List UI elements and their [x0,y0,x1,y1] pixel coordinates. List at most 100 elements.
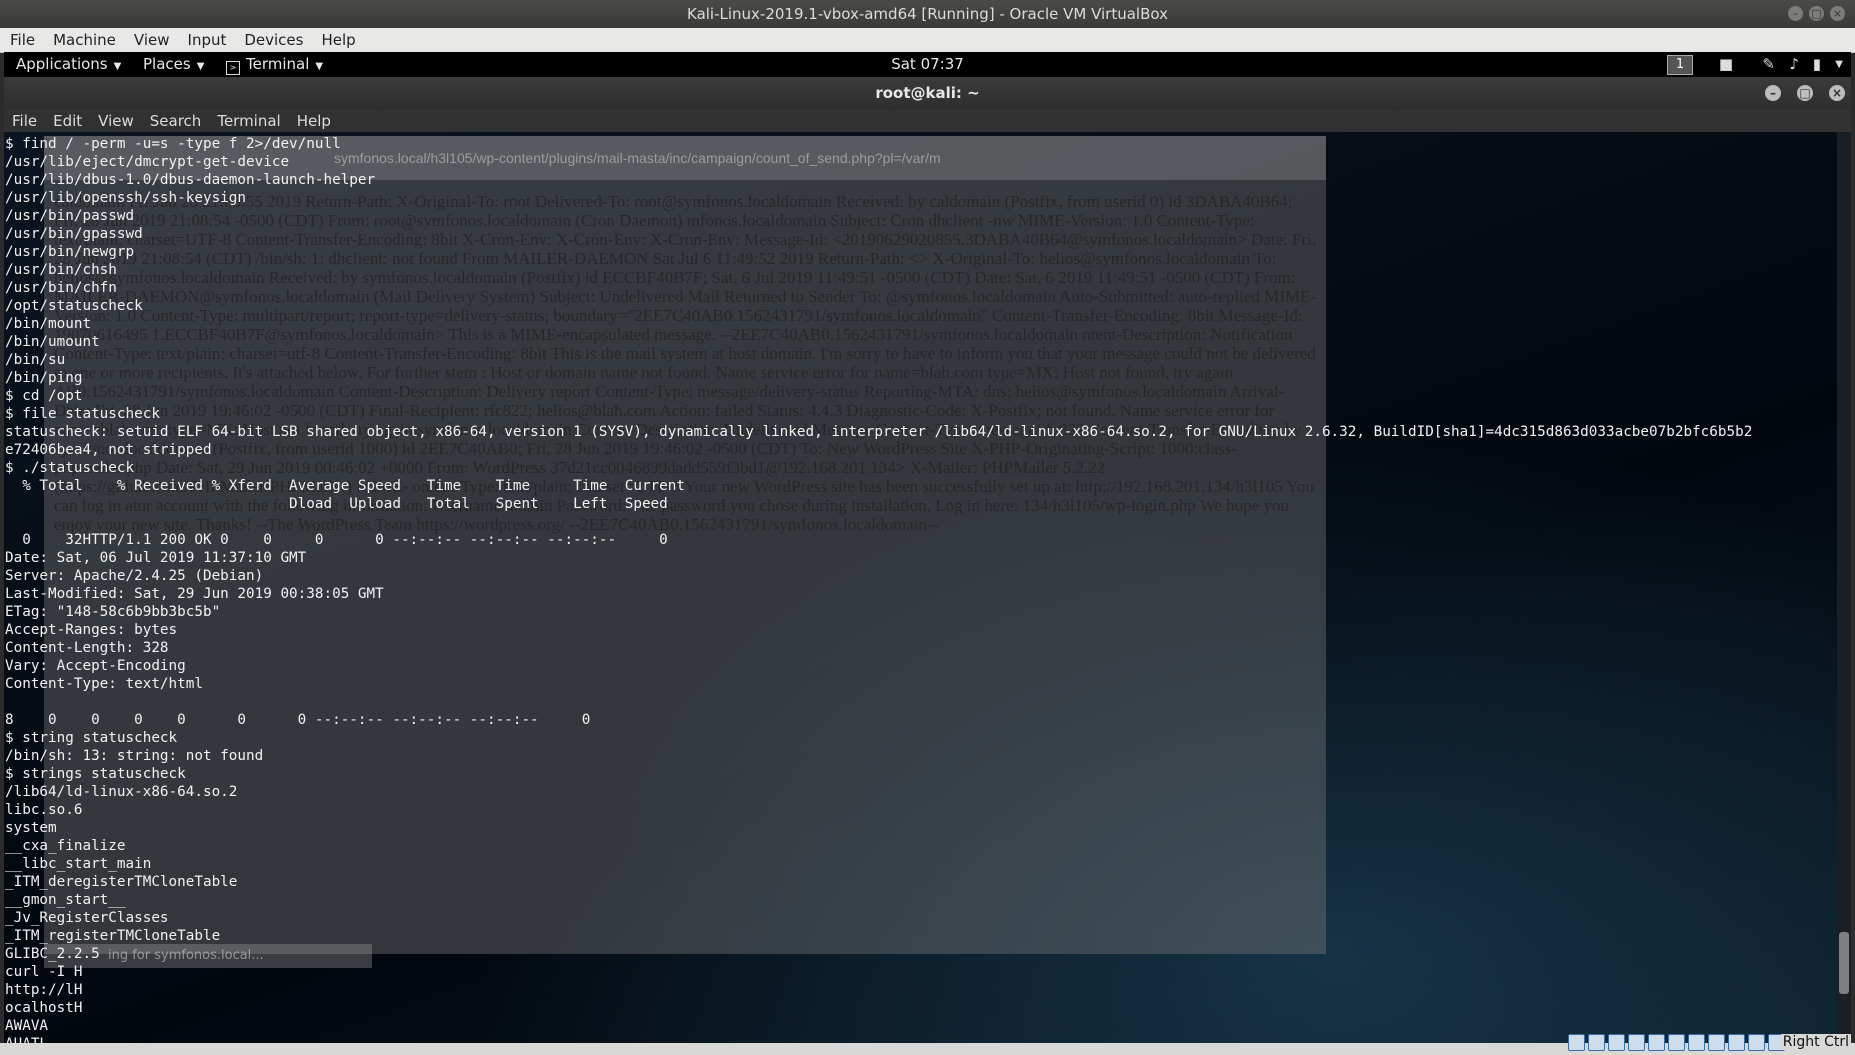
optical-drive-icon[interactable] [1588,1034,1605,1051]
maximize-icon[interactable]: □ [1797,85,1813,101]
terminal-line: _ITM_registerTMCloneTable [5,928,221,944]
terminal-menu-view[interactable]: View [90,112,142,130]
terminal-line: _Jv_RegisterClasses [5,910,169,926]
vbox-status-icons [1568,1034,1785,1051]
terminal-line: Date: Sat, 06 Jul 2019 11:37:10 GMT [5,550,307,566]
terminal-line: /usr/lib/openssh/ssh-keysign [5,190,247,206]
terminal-menu-bar: File Edit View Search Terminal Help [4,109,1851,132]
terminal-menu-terminal[interactable]: Terminal [209,112,288,130]
terminal-line: Last-Modified: Sat, 29 Jun 2019 00:38:05… [5,586,384,602]
applications-label: Applications [16,55,108,73]
terminal-line: Server: Apache/2.4.25 (Debian) [5,568,264,584]
terminal-title-bar: root@kali: ~ – □ × [4,77,1851,109]
terminal-line: http://lH [5,982,83,998]
video-icon[interactable]: ■ [1719,52,1733,77]
terminal-line: Accept-Ranges: bytes [5,622,178,638]
terminal-line: _ITM_deregisterTMCloneTable [5,874,238,890]
terminal-line: /lib64/ld-linux-x86-64.so.2 [5,784,238,800]
recording-icon[interactable] [1708,1034,1725,1051]
chevron-down-icon: ▼ [113,61,122,72]
chevron-down-icon[interactable]: ▼ [1835,52,1843,77]
terminal-line: libc.so.6 [5,802,83,818]
battery-icon[interactable]: ▮ [1813,52,1821,77]
terminal-line: $ ./statuscheck [5,460,135,476]
terminal-body[interactable]: symfonos.local/h3l105/wp-content/plugins… [4,132,1837,1043]
mouse-integration-icon[interactable] [1748,1034,1765,1051]
terminal-line: __libc_start_main [5,856,152,872]
terminal-line: $ string statuscheck [5,730,178,746]
chevron-down-icon: ▼ [315,61,324,72]
close-icon[interactable]: × [1830,6,1845,21]
terminal-line: /bin/mount [5,316,92,332]
terminal-line: /usr/bin/chfn [5,280,117,296]
usb-icon[interactable] [1648,1034,1665,1051]
maximize-icon[interactable]: □ [1809,6,1824,21]
vbox-menu-input[interactable]: Input [178,31,235,49]
terminal-line: system [5,820,57,836]
host-key-label: Right Ctrl [1780,1034,1851,1050]
terminal-line: ETag: "148-58c6b9bb3bc5b" [5,604,221,620]
places-label: Places [143,55,191,73]
terminal-line: 8 0 0 0 0 0 0 --:--:-- --:--:-- --:--:--… [5,712,591,728]
terminal-line: /usr/bin/passwd [5,208,135,224]
terminal-line: $ cd /opt [5,388,83,404]
terminal-line: $ file statuscheck [5,406,160,422]
pen-icon[interactable]: ✎ [1762,52,1775,77]
shared-folder-icon[interactable] [1668,1034,1685,1051]
scrollbar-thumb[interactable] [1839,932,1849,994]
terminal-line: 0 32HTTP/1.1 200 OK 0 0 0 0 --:--:-- --:… [5,532,668,548]
terminal-line: /opt/statuscheck [5,298,143,314]
places-menu[interactable]: Places ▼ [143,52,204,77]
terminal-line: /bin/su [5,352,66,368]
terminal-line: /usr/lib/dbus-1.0/dbus-daemon-launch-hel… [5,172,376,188]
vbox-menu-file[interactable]: File [0,31,43,49]
minimize-icon[interactable]: – [1765,85,1781,101]
terminal-line: /bin/sh: 13: string: not found [5,748,264,764]
terminal-line: curl -I H [5,964,83,980]
terminal-line: Vary: Accept-Encoding [5,658,186,674]
terminal-title: root@kali: ~ [875,84,980,102]
terminal-line: statuscheck: setuid ELF 64-bit LSB share… [5,424,1753,440]
network-icon[interactable] [1628,1034,1645,1051]
display-icon[interactable] [1688,1034,1705,1051]
terminal-line: AUATL [5,1035,1752,1043]
minimize-icon[interactable]: – [1788,6,1803,21]
terminal-line: /usr/bin/newgrp [5,244,135,260]
terminal-line: ocalhostH [5,1000,83,1016]
vbox-menu-bar: File Machine View Input Devices Help [0,28,1855,53]
terminal-app-menu[interactable]: > Terminal ▼ [226,52,323,77]
vbox-menu-devices[interactable]: Devices [234,31,311,49]
terminal-menu-help[interactable]: Help [289,112,339,130]
vbox-menu-help[interactable]: Help [311,31,363,49]
terminal-line: /usr/bin/chsh [5,262,117,278]
terminal-line: __cxa_finalize [5,838,126,854]
hard-disk-icon[interactable] [1568,1034,1585,1051]
terminal-line: $ find / -perm -u=s -type f 2>/dev/null [5,136,341,152]
cpu-icon[interactable] [1728,1034,1745,1051]
terminal-app-label: Terminal [246,55,310,73]
vbox-title-bar: Kali-Linux-2019.1-vbox-amd64 [Running] -… [0,0,1855,28]
audio-icon[interactable] [1608,1034,1625,1051]
vbox-window-title: Kali-Linux-2019.1-vbox-amd64 [Running] -… [687,5,1168,23]
terminal-menu-edit[interactable]: Edit [45,112,90,130]
vbox-menu-machine[interactable]: Machine [43,31,124,49]
terminal-menu-search[interactable]: Search [142,112,210,130]
close-icon[interactable]: × [1829,85,1845,101]
terminal-line: e72406bea4, not stripped [5,442,212,458]
workspace-indicator[interactable]: 1 [1667,55,1693,75]
terminal-menu-file[interactable]: File [4,112,45,130]
terminal-line: % Total % Received % Xferd Average Speed… [5,478,685,494]
terminal-line: GLIBC_2.2.5 [5,946,100,962]
terminal-line: Content-Length: 328 [5,640,169,656]
chevron-down-icon: ▼ [196,61,205,72]
terminal-line: __gmon_start__ [5,892,126,908]
volume-icon[interactable]: ♪ [1789,52,1799,77]
terminal-line: Content-Type: text/html [5,676,203,692]
terminal-scrollbar[interactable] [1837,132,1851,1043]
vbox-menu-view[interactable]: View [124,31,178,49]
terminal-line: AWAVA [5,1018,49,1034]
terminal-line: /bin/umount [5,334,100,350]
applications-menu[interactable]: Applications ▼ [16,52,121,77]
terminal-window: root@kali: ~ – □ × File Edit View Search… [4,77,1851,1043]
